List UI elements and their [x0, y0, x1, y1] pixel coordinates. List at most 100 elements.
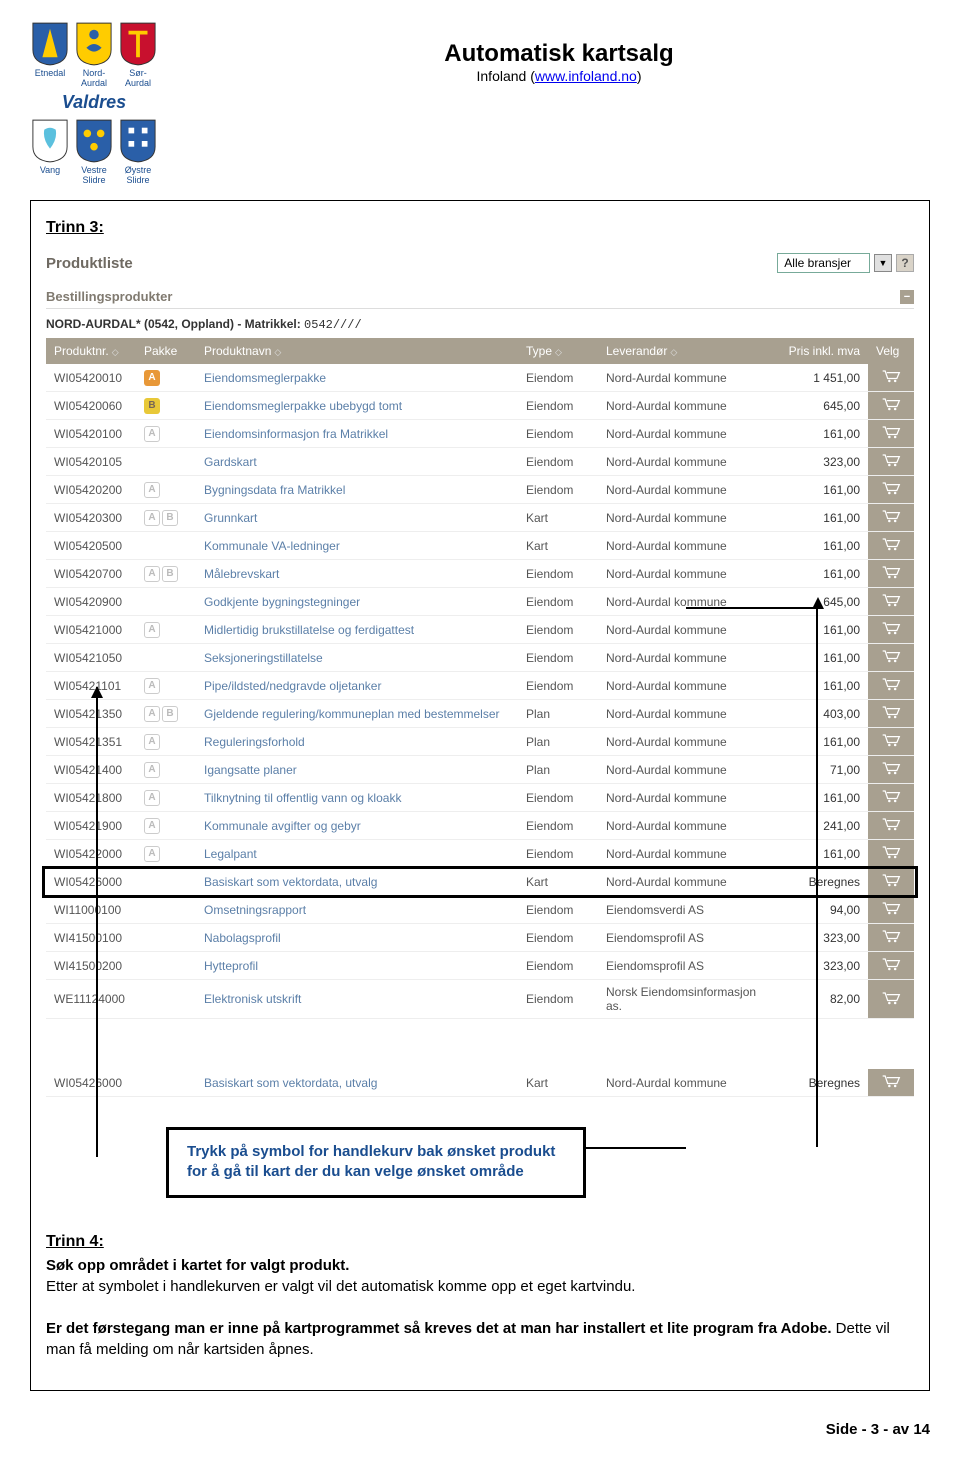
cart-button[interactable] [868, 420, 914, 448]
table-row: WI05420200ABygningsdata fra MatrikkelEie… [46, 476, 914, 504]
cart-button[interactable] [868, 644, 914, 672]
product-link[interactable]: Gjeldende regulering/kommuneplan med bes… [204, 707, 500, 721]
pakke-badge: B [162, 566, 178, 582]
product-link[interactable]: Elektronisk utskrift [204, 992, 301, 1006]
cart-button[interactable] [868, 504, 914, 532]
muni-label: Vestre Slidre [74, 165, 114, 185]
product-link[interactable]: Bygningsdata fra Matrikkel [204, 483, 345, 497]
cart-button[interactable] [868, 840, 914, 868]
municipality-logos: Etnedal Nord-Aurdal Sør-Aurdal Valdres [30, 20, 158, 185]
pakke-badge: B [162, 510, 178, 526]
col-produktnavn[interactable]: Produktnavn◇ [196, 338, 518, 364]
product-link[interactable]: Gardskart [204, 455, 257, 469]
muni-label: Nord-Aurdal [74, 68, 114, 88]
product-link[interactable]: Hytteprofil [204, 959, 258, 973]
help-button[interactable]: ? [896, 254, 914, 272]
pakke-badge: A [144, 510, 160, 526]
pakke-badge: A [144, 790, 160, 806]
pakke-badge: A [144, 846, 160, 862]
table-row: WI05422000ALegalpantEiendomNord-Aurdal k… [46, 840, 914, 868]
shield-etnedal [30, 20, 70, 68]
cart-button[interactable] [868, 980, 914, 1019]
bransje-dropdown[interactable]: Alle bransjer [777, 253, 870, 273]
cart-button[interactable] [868, 364, 914, 392]
cart-button[interactable] [868, 560, 914, 588]
product-link[interactable]: Eiendomsinformasjon fra Matrikkel [204, 427, 388, 441]
product-link[interactable]: Pipe/ildsted/nedgravde oljetanker [204, 679, 381, 693]
product-link[interactable]: Eiendomsmeglerpakke ubebygd tomt [204, 399, 402, 413]
cart-button[interactable] [868, 952, 914, 980]
dropdown-arrow-icon[interactable]: ▼ [874, 254, 892, 272]
col-leverandor[interactable]: Leverandør◇ [598, 338, 778, 364]
table-row: WI05421050SeksjoneringstillatelseEiendom… [46, 644, 914, 672]
pakke-badge: B [162, 706, 178, 722]
product-link[interactable]: Omsetningsrapport [204, 903, 306, 917]
cart-button[interactable] [868, 784, 914, 812]
cart-button[interactable] [868, 476, 914, 504]
detail-table: WI05426000 Basiskart som vektordata, utv… [46, 1069, 914, 1097]
cart-button[interactable] [868, 700, 914, 728]
pakke-badge: A [144, 370, 160, 386]
product-link[interactable]: Midlertidig brukstillatelse og ferdigatt… [204, 623, 414, 637]
product-link[interactable]: Kommunale avgifter og gebyr [204, 819, 361, 833]
product-table: Produktnr.◇ Pakke Produktnavn◇ Type◇ Lev… [46, 338, 914, 1019]
pakke-badge: A [144, 566, 160, 582]
cart-button[interactable] [868, 924, 914, 952]
produktliste-panel: Produktliste Alle bransjer ▼ ? Bestillin… [46, 249, 914, 1198]
product-link[interactable]: Eiendomsmeglerpakke [204, 371, 326, 385]
cart-button[interactable] [868, 1069, 914, 1097]
collapse-icon[interactable]: − [900, 290, 914, 304]
arrow-connector-left [96, 687, 98, 1157]
product-link[interactable]: Godkjente bygningstegninger [204, 595, 360, 609]
table-row: WI41500100NabolagsprofilEiendomEiendomsp… [46, 924, 914, 952]
pakke-badge: A [144, 482, 160, 498]
cart-button[interactable] [868, 616, 914, 644]
pakke-badge: A [144, 734, 160, 750]
cart-button[interactable] [868, 392, 914, 420]
product-link[interactable]: Tilknytning til offentlig vann og kloakk [204, 791, 401, 805]
content-frame: Trinn 3: Produktliste Alle bransjer ▼ ? … [30, 200, 930, 1391]
infoland-link[interactable]: www.infoland.no [535, 68, 637, 84]
cart-button[interactable] [868, 672, 914, 700]
cart-button[interactable] [868, 448, 914, 476]
cart-button[interactable] [868, 868, 914, 896]
table-row: WI05426000 Basiskart som vektordata, utv… [46, 1069, 914, 1097]
table-row: WI05420700ABMålebrevskartEiendomNord-Aur… [46, 560, 914, 588]
table-row: WI05420300ABGrunnkartKartNord-Aurdal kom… [46, 504, 914, 532]
cart-button[interactable] [868, 588, 914, 616]
cart-button[interactable] [868, 812, 914, 840]
table-row: WI05426000Basiskart som vektordata, utva… [46, 868, 914, 896]
cart-button[interactable] [868, 532, 914, 560]
pakke-badge: A [144, 622, 160, 638]
produktliste-title: Produktliste [46, 255, 133, 272]
product-link[interactable]: Igangsatte planer [204, 763, 297, 777]
cart-button[interactable] [868, 896, 914, 924]
product-link[interactable]: Basiskart som vektordata, utvalg [204, 1076, 377, 1090]
callout-text: Trykk på symbol for handlekurv bak ønske… [187, 1142, 565, 1183]
page-header: Etnedal Nord-Aurdal Sør-Aurdal Valdres [30, 20, 930, 185]
product-link[interactable]: Kommunale VA-ledninger [204, 539, 340, 553]
product-link[interactable]: Reguleringsforhold [204, 735, 305, 749]
col-pris: Pris inkl. mva [778, 338, 868, 364]
section-title: Bestillingsprodukter − [46, 277, 914, 309]
table-row: WI05420010AEiendomsmeglerpakkeEiendomNor… [46, 364, 914, 392]
pakke-badge: B [144, 398, 160, 414]
shield-vang [30, 117, 70, 165]
product-link[interactable]: Legalpant [204, 847, 257, 861]
product-link[interactable]: Basiskart som vektordata, utvalg [204, 875, 377, 889]
product-link[interactable]: Målebrevskart [204, 567, 279, 581]
step4-heading: Trinn 4: [46, 1233, 104, 1250]
col-type[interactable]: Type◇ [518, 338, 598, 364]
col-produktnr[interactable]: Produktnr.◇ [46, 338, 136, 364]
product-link[interactable]: Grunnkart [204, 511, 257, 525]
page-title: Automatisk kartsalg [188, 40, 930, 68]
product-link[interactable]: Seksjoneringstillatelse [204, 651, 323, 665]
cart-button[interactable] [868, 756, 914, 784]
muni-label: Øystre Slidre [118, 165, 158, 185]
table-row: WI05420060BEiendomsmeglerpakke ubebygd t… [46, 392, 914, 420]
product-link[interactable]: Nabolagsprofil [204, 931, 281, 945]
table-row: WI41500200HytteprofilEiendomEiendomsprof… [46, 952, 914, 980]
table-row: WI05420900Godkjente bygningstegningerEie… [46, 588, 914, 616]
table-row: WI05421900AKommunale avgifter og gebyrEi… [46, 812, 914, 840]
cart-button[interactable] [868, 728, 914, 756]
